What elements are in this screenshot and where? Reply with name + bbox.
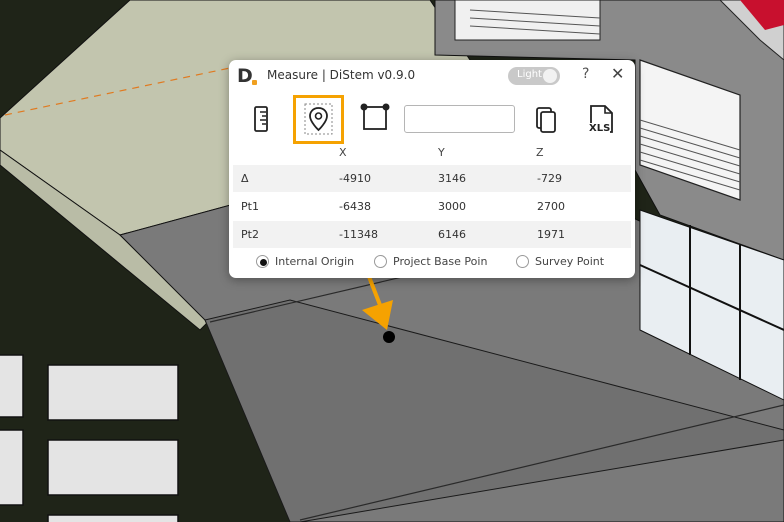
table-row-pt2: Pt2 -11348 6146 1971	[233, 221, 631, 248]
copy-button[interactable]	[523, 96, 567, 142]
export-xls-icon	[590, 105, 613, 133]
table-row-delta: Δ -4910 3146 -729	[233, 165, 631, 192]
theme-toggle[interactable]: Light	[508, 67, 560, 85]
panel-titlebar[interactable]: D Measure | DiStem v0.9.0 Light ? ✕	[229, 60, 635, 92]
cell-x: -4910	[339, 172, 371, 185]
copy-icon	[536, 107, 556, 133]
row-label: Pt2	[241, 228, 259, 241]
ruler-tool-button[interactable]	[240, 96, 284, 142]
radio-circle	[516, 255, 529, 268]
cell-y: 3000	[438, 200, 466, 213]
cell-y: 6146	[438, 228, 466, 241]
column-header-y: Y	[438, 146, 445, 159]
cell-z: -729	[537, 172, 562, 185]
close-button[interactable]: ✕	[611, 64, 624, 83]
box-tool-button[interactable]	[353, 96, 397, 142]
radio-circle	[256, 255, 269, 268]
point-tool-button[interactable]	[293, 95, 344, 144]
measure-point-marker	[383, 331, 395, 343]
column-header-x: X	[339, 146, 347, 159]
cell-x: -11348	[339, 228, 378, 241]
window-upper	[454, 0, 601, 41]
location-pin-icon	[304, 103, 333, 135]
radio-label: Project Base Poin	[393, 255, 488, 268]
cell-z: 2700	[537, 200, 565, 213]
help-button[interactable]: ?	[582, 66, 589, 82]
logo-dot	[252, 80, 257, 85]
column-header-z: Z	[536, 146, 544, 159]
measure-value-field[interactable]	[404, 105, 515, 133]
row-label: Pt1	[241, 200, 259, 213]
radio-label: Internal Origin	[275, 255, 355, 268]
ruler-icon	[254, 106, 268, 132]
radio-label: Survey Point	[535, 255, 605, 268]
toggle-knob	[543, 69, 557, 83]
cell-x: -6438	[339, 200, 371, 213]
radio-selected-dot	[260, 259, 267, 266]
radio-circle	[374, 255, 387, 268]
row-label: Δ	[241, 172, 249, 185]
cell-y: 3146	[438, 172, 466, 185]
app-logo: D	[237, 65, 253, 87]
cell-z: 1971	[537, 228, 565, 241]
xls-label: XLS	[589, 123, 611, 134]
measure-panel: D Measure | DiStem v0.9.0 Light ? ✕ XLS …	[229, 60, 635, 278]
theme-toggle-label: Light	[517, 69, 542, 80]
bounding-box-icon	[360, 103, 390, 130]
export-xls-button[interactable]: XLS	[579, 96, 623, 142]
window-title: Measure | DiStem v0.9.0	[267, 68, 416, 82]
table-row-pt1: Pt1 -6438 3000 2700	[233, 193, 631, 220]
